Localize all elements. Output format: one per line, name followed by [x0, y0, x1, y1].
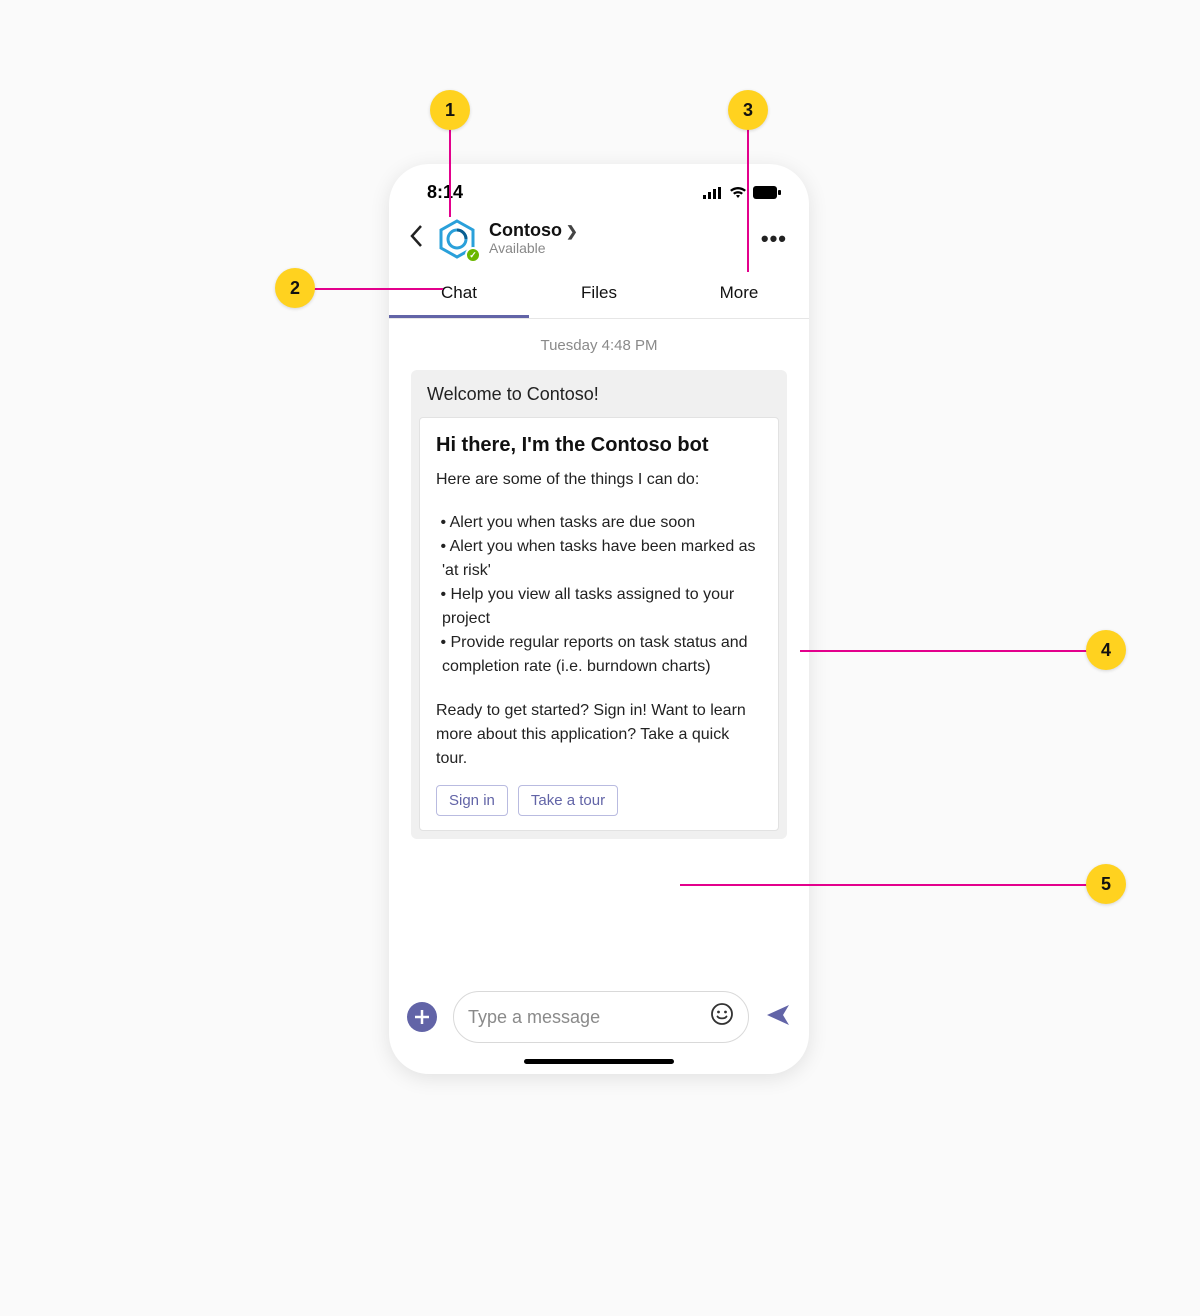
- callout-badge-2: 2: [275, 268, 315, 308]
- presence-available-icon: ✓: [465, 247, 481, 263]
- chevron-right-icon: ❯: [566, 224, 578, 239]
- card-bullet: • Provide regular reports on task status…: [436, 631, 762, 679]
- status-time: 8:14: [427, 182, 463, 203]
- chat-title[interactable]: Contoso ❯: [489, 221, 747, 241]
- compose-add-button[interactable]: [407, 1002, 437, 1032]
- callout-badge-1: 1: [430, 90, 470, 130]
- phone-frame: 8:14 ✓ Contoso ❯ Available •••: [389, 164, 809, 1074]
- home-indicator: [524, 1059, 674, 1064]
- card-title: Hi there, I'm the Contoso bot: [436, 434, 762, 457]
- bot-avatar[interactable]: ✓: [435, 217, 479, 261]
- more-options-button[interactable]: •••: [757, 226, 791, 252]
- message-composer: Type a message: [389, 975, 809, 1043]
- tab-more[interactable]: More: [669, 271, 809, 318]
- chat-header: ✓ Contoso ❯ Available •••: [389, 209, 809, 271]
- tab-files[interactable]: Files: [529, 271, 669, 318]
- back-button[interactable]: [407, 224, 425, 255]
- smiley-icon: [710, 1002, 734, 1026]
- card-outro: Ready to get started? Sign in! Want to l…: [436, 699, 762, 771]
- callout-badge-3: 3: [728, 90, 768, 130]
- presence-label: Available: [489, 241, 747, 256]
- card-header: Welcome to Contoso!: [411, 370, 787, 417]
- emoji-button[interactable]: [710, 1002, 734, 1032]
- welcome-card: Welcome to Contoso! Hi there, I'm the Co…: [411, 370, 787, 839]
- card-bullet: • Alert you when tasks are due soon: [436, 511, 762, 535]
- chevron-left-icon: [409, 224, 423, 248]
- tab-bar: Chat Files More: [389, 271, 809, 319]
- message-input[interactable]: Type a message: [453, 991, 749, 1043]
- cellular-icon: [703, 187, 723, 199]
- message-timeline: Tuesday 4:48 PM Welcome to Contoso! Hi t…: [389, 319, 809, 975]
- tab-chat[interactable]: Chat: [389, 271, 529, 318]
- take-tour-button[interactable]: Take a tour: [518, 785, 618, 816]
- sign-in-button[interactable]: Sign in: [436, 785, 508, 816]
- card-bullet: • Help you view all tasks assigned to yo…: [436, 583, 762, 631]
- send-icon: [765, 1002, 791, 1028]
- card-intro: Here are some of the things I can do:: [436, 469, 762, 491]
- timestamp: Tuesday 4:48 PM: [411, 337, 787, 354]
- plus-icon: [415, 1010, 429, 1024]
- callout-badge-5: 5: [1086, 864, 1126, 904]
- callout-badge-4: 4: [1086, 630, 1126, 670]
- wifi-icon: [729, 186, 747, 199]
- message-placeholder: Type a message: [468, 1007, 710, 1028]
- battery-icon: [753, 186, 781, 199]
- status-bar: 8:14: [389, 164, 809, 209]
- card-bullet: • Alert you when tasks have been marked …: [436, 535, 762, 583]
- send-button[interactable]: [765, 1002, 791, 1033]
